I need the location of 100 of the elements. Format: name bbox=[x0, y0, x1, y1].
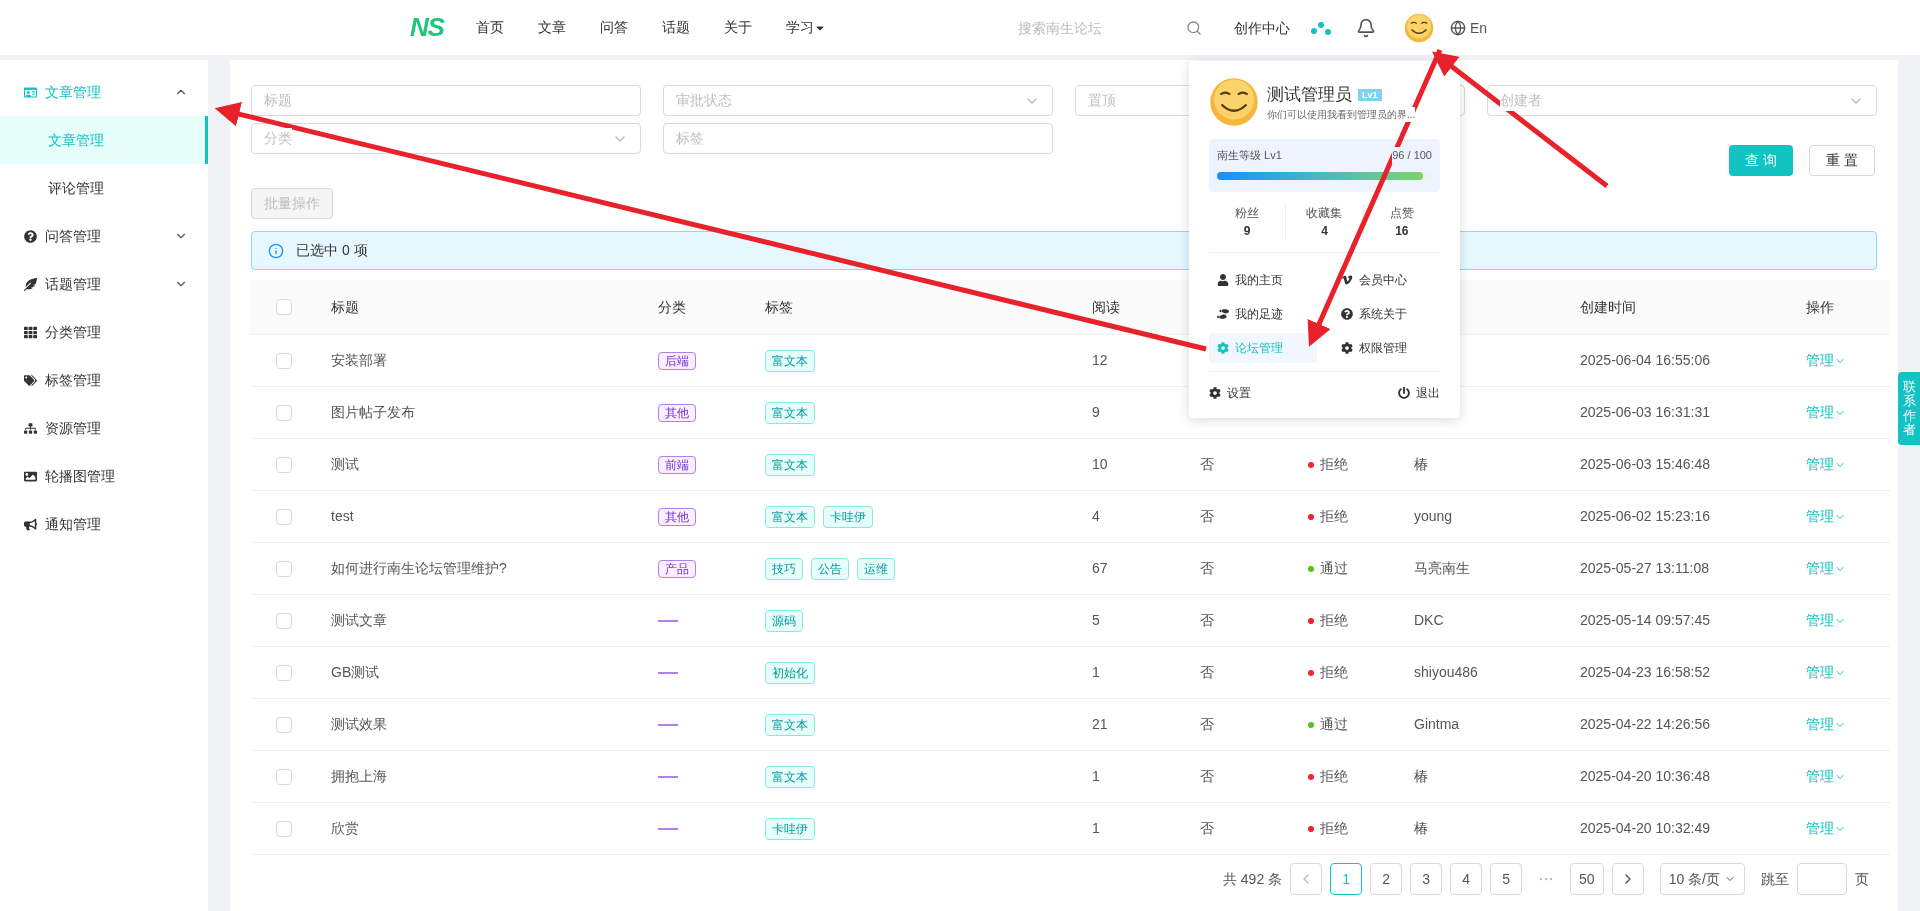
sidebar-item[interactable]: 轮播图管理 bbox=[0, 452, 208, 500]
nav-link[interactable]: 学习 bbox=[785, 17, 826, 38]
sidebar-item[interactable]: 通知管理 bbox=[0, 500, 208, 548]
power-icon bbox=[1398, 386, 1410, 399]
author-cell: 马亮南生 bbox=[1414, 560, 1470, 576]
next-page-button[interactable] bbox=[1611, 863, 1644, 895]
title-cell: 测试文章 bbox=[331, 612, 387, 628]
help-icon bbox=[1340, 307, 1353, 320]
column-header: 标签 bbox=[765, 298, 793, 315]
menu-icon bbox=[24, 229, 37, 243]
title-cell: 测试 bbox=[331, 456, 359, 472]
category-tag: 其他 bbox=[658, 404, 696, 422]
page-button[interactable]: 3 bbox=[1410, 863, 1443, 895]
read-count: 12 bbox=[1092, 352, 1108, 368]
checkbox[interactable] bbox=[276, 820, 292, 837]
logout-link[interactable]: 退出 bbox=[1398, 383, 1440, 402]
total-count: 共 492 条 bbox=[1222, 869, 1283, 889]
checkbox[interactable] bbox=[276, 456, 292, 473]
created-time: 2025-06-02 15:23:16 bbox=[1580, 508, 1710, 524]
menu-item[interactable]: 权限管理 bbox=[1332, 332, 1440, 363]
checkbox[interactable] bbox=[276, 352, 292, 369]
nav-link[interactable]: 问答 bbox=[599, 17, 628, 38]
category-tag: 其他 bbox=[658, 508, 696, 526]
tag: 卡哇伊 bbox=[823, 505, 873, 528]
sidebar-subitem[interactable]: 评论管理 bbox=[0, 164, 208, 212]
sidebar-item[interactable]: 标签管理 bbox=[0, 356, 208, 404]
checkbox[interactable] bbox=[276, 664, 292, 681]
category-tag: 产品 bbox=[658, 560, 696, 578]
nav-link[interactable]: 文章 bbox=[537, 17, 566, 38]
nav-link[interactable]: 话题 bbox=[661, 17, 690, 38]
tag: 富文本 bbox=[765, 349, 815, 372]
prev-page-button[interactable] bbox=[1290, 863, 1323, 895]
author-cell: shiyou486 bbox=[1414, 664, 1478, 680]
created-time: 2025-06-03 15:46:48 bbox=[1580, 456, 1710, 472]
checkbox[interactable] bbox=[276, 404, 292, 421]
jump-label: 跳至 bbox=[1761, 869, 1789, 889]
created-time: 2025-05-14 09:57:45 bbox=[1580, 612, 1710, 628]
menu-icon bbox=[24, 325, 37, 339]
status-text: 通过 bbox=[1320, 559, 1348, 578]
author-cell: 椿 bbox=[1414, 820, 1428, 836]
sidebar-item[interactable]: 资源管理 bbox=[0, 404, 208, 452]
page-button[interactable]: 5 bbox=[1490, 863, 1523, 895]
level-label: 南生等级 Lv1 bbox=[1217, 148, 1282, 163]
tag: 公告 bbox=[811, 557, 849, 580]
menu-icon bbox=[24, 373, 37, 387]
settings-link[interactable]: 设置 bbox=[1209, 383, 1251, 402]
pinned-cell: 否 bbox=[1200, 664, 1214, 680]
tag: 运维 bbox=[857, 557, 895, 580]
read-count: 67 bbox=[1092, 560, 1108, 576]
menu-item[interactable]: 系统关于 bbox=[1332, 298, 1440, 329]
column-header: 操作 bbox=[1806, 298, 1834, 315]
settings-icon bbox=[1217, 341, 1229, 354]
bell-icon[interactable] bbox=[1356, 18, 1376, 38]
empty-category-mark bbox=[658, 724, 678, 727]
dots-icon[interactable] bbox=[1310, 20, 1332, 36]
status-text: 通过 bbox=[1320, 715, 1348, 734]
checkbox[interactable] bbox=[276, 299, 292, 315]
checkbox[interactable] bbox=[276, 768, 292, 785]
pinned-cell: 否 bbox=[1200, 560, 1214, 576]
created-time: 2025-04-22 14:26:56 bbox=[1580, 716, 1710, 732]
created-time: 2025-04-20 10:32:49 bbox=[1580, 820, 1710, 836]
nav-link[interactable]: 关于 bbox=[723, 17, 752, 38]
nav-link[interactable]: 首页 bbox=[475, 17, 504, 38]
pinned-cell: 否 bbox=[1200, 612, 1214, 628]
settings-icon bbox=[1340, 341, 1353, 354]
page-button[interactable]: 4 bbox=[1450, 863, 1483, 895]
menu-icon bbox=[24, 469, 37, 483]
info-icon bbox=[268, 242, 284, 259]
tag: 富文本 bbox=[765, 453, 815, 476]
menu-item[interactable]: 我的足迹 bbox=[1209, 298, 1317, 329]
language-link[interactable]: En bbox=[1450, 17, 1488, 39]
stat-label: 粉丝 bbox=[1235, 204, 1260, 222]
sidebar-item[interactable]: 话题管理 bbox=[0, 260, 208, 308]
level-badge: Lv1 bbox=[1358, 88, 1382, 101]
page-jump-field[interactable] bbox=[1797, 863, 1847, 895]
menu-icon bbox=[24, 421, 37, 435]
page-size-select[interactable]: 10 条/页 bbox=[1659, 863, 1745, 895]
create-center-link[interactable]: 创作中心 bbox=[1234, 17, 1290, 39]
ellipsis-icon bbox=[1539, 877, 1554, 881]
reset-button[interactable]: 重 置 bbox=[1809, 145, 1875, 176]
page-button[interactable]: 2 bbox=[1370, 863, 1403, 895]
status-text: 拒绝 bbox=[1320, 767, 1348, 786]
sidebar-item[interactable]: 分类管理 bbox=[0, 308, 208, 356]
pinned-cell: 否 bbox=[1200, 716, 1214, 732]
empty-category-mark bbox=[658, 620, 678, 623]
author-cell: 椿 bbox=[1414, 456, 1428, 472]
read-count: 1 bbox=[1092, 820, 1100, 836]
v-icon bbox=[1340, 273, 1353, 286]
checkbox[interactable] bbox=[276, 612, 292, 629]
column-header: 创建时间 bbox=[1580, 298, 1636, 315]
status-text: 拒绝 bbox=[1320, 611, 1348, 630]
sidebar-item[interactable]: 问答管理 bbox=[0, 212, 208, 260]
stat-label: 点赞 bbox=[1389, 204, 1414, 222]
avatar-icon bbox=[1404, 13, 1434, 43]
checkbox[interactable] bbox=[276, 508, 292, 525]
title-cell: GB测试 bbox=[331, 664, 380, 680]
checkbox[interactable] bbox=[276, 716, 292, 733]
read-count: 10 bbox=[1092, 456, 1108, 472]
checkbox[interactable] bbox=[276, 560, 292, 577]
page-button[interactable]: 50 bbox=[1570, 863, 1604, 895]
